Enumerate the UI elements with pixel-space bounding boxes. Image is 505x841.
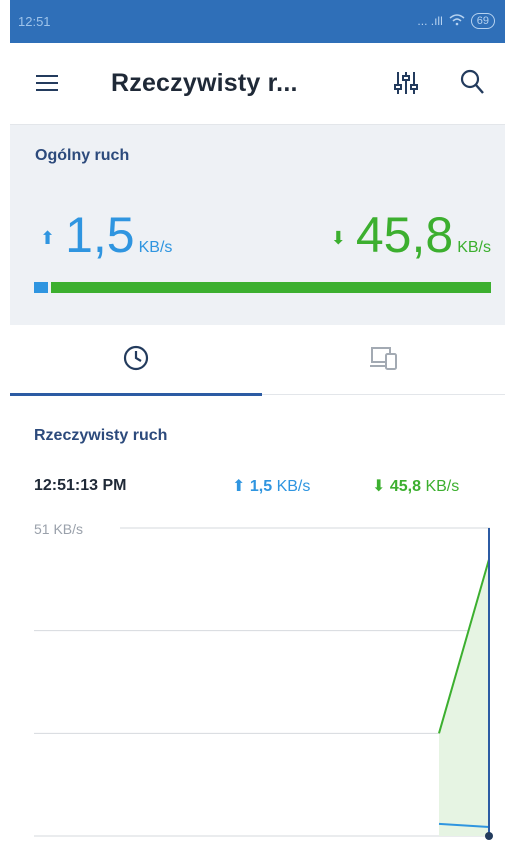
- realtime-traffic-chart: [34, 527, 493, 840]
- search-icon[interactable]: [459, 68, 485, 96]
- realtime-upload-unit: KB/s: [276, 478, 311, 495]
- app-bar: Rzeczywisty r...: [10, 43, 505, 125]
- page-title: Rzeczywisty r...: [111, 69, 298, 97]
- realtime-download: ⬇ 45,8 KB/s: [372, 476, 459, 496]
- download-arrow-icon: ⬇: [372, 478, 386, 495]
- active-tab-indicator: [10, 393, 262, 396]
- download-speed: ⬇ 45,8 KB/s: [331, 210, 491, 260]
- upload-arrow-icon: ⬆: [232, 478, 246, 495]
- menu-icon[interactable]: [36, 75, 58, 93]
- upload-share-bar: [34, 282, 48, 293]
- filter-icon[interactable]: [394, 70, 418, 96]
- tab-history[interactable]: [10, 325, 262, 396]
- download-area: [439, 559, 489, 836]
- realtime-download-unit: KB/s: [425, 478, 460, 495]
- signal-icon: ... .ıll: [417, 14, 443, 28]
- upload-arrow-icon: ⬆: [40, 228, 56, 248]
- upload-unit: KB/s: [138, 239, 173, 256]
- wifi-icon: [449, 13, 465, 29]
- battery-icon: 69: [470, 13, 495, 29]
- realtime-download-value: 45,8: [389, 478, 421, 495]
- upload-speed: ⬆ 1,5 KB/s: [40, 210, 172, 260]
- status-bar: 12:51 ... .ıll 69: [10, 0, 505, 43]
- traffic-ratio-bar: [34, 282, 491, 293]
- upload-value: 1,5: [65, 207, 135, 263]
- download-arrow-icon: ⬇: [330, 228, 346, 248]
- realtime-upload-value: 1,5: [249, 478, 273, 495]
- download-unit: KB/s: [457, 239, 491, 256]
- time-cursor-dot: [485, 832, 493, 840]
- download-value: 45,8: [355, 207, 454, 263]
- tab-bar: [10, 325, 505, 396]
- tab-devices[interactable]: [262, 325, 505, 395]
- devices-icon: [369, 346, 398, 375]
- app-frame: 12:51 ... .ıll 69 Rzeczywisty r... Ogóln…: [0, 0, 505, 841]
- status-icons: ... .ıll 69: [417, 13, 495, 29]
- realtime-heading: Rzeczywisty ruch: [34, 427, 168, 444]
- realtime-upload: ⬆ 1,5 KB/s: [232, 476, 310, 496]
- clock-icon: [123, 345, 149, 376]
- realtime-time: 12:51:13 PM: [34, 477, 127, 494]
- bar-separator: [48, 282, 51, 293]
- status-time: 12:51: [18, 14, 51, 29]
- overall-traffic-heading: Ogólny ruch: [35, 147, 130, 164]
- overall-traffic-panel: Ogólny ruch ⬆ 1,5 KB/s ⬇ 45,8 KB/s: [10, 125, 505, 325]
- y-axis-max-label: 51 KB/s: [34, 521, 84, 537]
